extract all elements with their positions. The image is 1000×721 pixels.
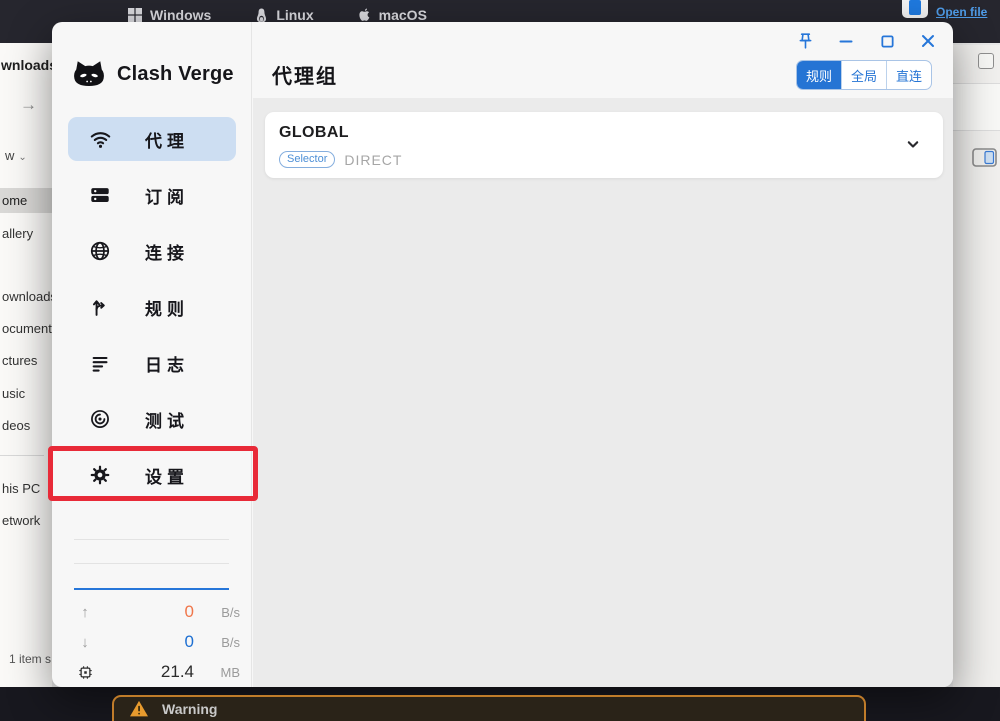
explorer-toolbar-button[interactable]: w⌄: [5, 148, 27, 163]
download-row: ↓ 0 B/s: [68, 627, 240, 657]
explorer-window-title: wnloads: [1, 57, 57, 73]
sidebar-item-home[interactable]: ome: [0, 188, 52, 213]
log-lines-icon: [88, 353, 112, 374]
upload-row: ↑ 0 B/s: [68, 597, 240, 627]
expand-chevron-icon[interactable]: [903, 134, 923, 154]
divider: [953, 130, 1000, 131]
sidebar-item-logs[interactable]: 日志: [68, 341, 236, 385]
linux-penguin-icon: [255, 8, 268, 23]
app-title: Clash Verge: [117, 63, 234, 86]
downloaded-file-icon[interactable]: [902, 0, 928, 18]
sidebar-item-pictures[interactable]: ctures: [2, 353, 37, 368]
explorer-status-text: 1 item s: [9, 652, 51, 666]
proxy-groups-area: GLOBAL Selector DIRECT: [253, 98, 953, 687]
proxy-group-meta: Selector DIRECT: [279, 151, 402, 168]
tab-windows[interactable]: Windows: [128, 7, 211, 23]
traffic-graph-gridline: [74, 539, 229, 540]
tab-linux[interactable]: Linux: [255, 7, 313, 23]
tab-macos[interactable]: macOS: [358, 7, 427, 23]
wifi-icon: [88, 128, 112, 150]
sidebar-item-downloads[interactable]: ownloads: [2, 289, 57, 304]
sidebar-item-label: 测试: [145, 407, 189, 432]
radar-icon: [88, 408, 112, 430]
proxy-group-card[interactable]: GLOBAL Selector DIRECT: [265, 112, 943, 178]
preview-pane-icon: [972, 148, 997, 167]
traffic-graph-gridline: [74, 563, 229, 564]
mode-global-button[interactable]: 全局: [841, 61, 886, 89]
traffic-stats: ↑ 0 B/s ↓ 0 B/s 21.4 MB: [68, 597, 240, 687]
memory-value: 21.4: [96, 662, 198, 682]
tab-windows-label: Windows: [150, 7, 211, 23]
mode-switch: 规则 全局 直连: [796, 60, 932, 90]
sidebar-item-music[interactable]: usic: [2, 386, 25, 401]
tab-macos-label: macOS: [379, 7, 427, 23]
app-sidebar: Clash Verge 代理: [52, 22, 252, 687]
warning-banner: Warning: [112, 695, 866, 721]
page-title: 代理组: [272, 60, 338, 89]
window-controls: [793, 31, 940, 51]
sidebar-item-label: 规则: [145, 295, 189, 320]
sidebar-item-label: 订阅: [145, 183, 189, 208]
upload-unit: B/s: [198, 605, 240, 620]
upload-arrow-icon: ↑: [74, 604, 96, 621]
annotation-red-box: [48, 446, 258, 501]
sidebar-item-this-pc[interactable]: his PC: [2, 481, 40, 496]
close-button[interactable]: [916, 31, 940, 51]
apple-logo-icon: [358, 8, 371, 23]
download-arrow-icon: ↓: [74, 634, 96, 651]
download-value: 0: [96, 632, 198, 652]
sidebar-item-tests[interactable]: 测试: [68, 397, 236, 441]
memory-unit: MB: [198, 665, 240, 680]
memory-row[interactable]: 21.4 MB: [68, 657, 240, 687]
document-icon: [909, 0, 921, 15]
memory-chip-icon: [74, 665, 96, 680]
sidebar-item-label: 代理: [145, 127, 189, 152]
sidebar-item-connections[interactable]: 连接: [68, 229, 236, 273]
divider: [0, 455, 44, 456]
chevron-down-icon: ⌄: [18, 152, 26, 163]
sidebar-item-network[interactable]: etwork: [2, 513, 40, 528]
screen: Windows Linux macOS Open file: [0, 0, 1000, 721]
fork-arrow-icon: [88, 296, 112, 318]
file-explorer-right-edge: [953, 45, 1000, 687]
main-panel: 代理组 规则 全局 直连 GLOBAL Selector DIRECT: [253, 22, 953, 687]
sidebar-item-profiles[interactable]: 订阅: [68, 173, 236, 217]
upload-value: 0: [96, 602, 198, 622]
app-brand: Clash Verge: [71, 58, 234, 90]
tab-linux-label: Linux: [276, 7, 313, 23]
pin-button[interactable]: [793, 31, 817, 51]
proxy-group-name: GLOBAL: [279, 124, 349, 142]
warning-triangle-icon: [129, 700, 149, 718]
divider: [953, 83, 1000, 84]
traffic-graph-baseline: [74, 588, 229, 590]
selector-type-badge: Selector: [279, 151, 335, 168]
cat-logo-icon: [71, 58, 107, 90]
windows-logo-icon: [128, 8, 142, 22]
globe-icon: [88, 240, 112, 262]
sidebar-item-proxies[interactable]: 代理: [68, 117, 236, 161]
mode-rule-button[interactable]: 规则: [797, 61, 841, 89]
subscription-icon: [88, 184, 112, 206]
file-explorer-left-edge: wnloads → w⌄ ome allery ownloads ocument…: [0, 43, 52, 687]
sidebar-item-videos[interactable]: deos: [2, 418, 30, 433]
sidebar-item-label: 日志: [145, 351, 189, 376]
sidebar-item-gallery[interactable]: allery: [2, 226, 33, 241]
sidebar-item-documents[interactable]: ocuments: [2, 321, 58, 336]
minimize-button[interactable]: [834, 31, 858, 51]
sidebar-item-rules[interactable]: 规则: [68, 285, 236, 329]
sidebar-item-label: 连接: [145, 239, 189, 264]
open-file-link[interactable]: Open file: [936, 5, 987, 19]
mode-direct-button[interactable]: 直连: [886, 61, 931, 89]
clash-verge-window: Clash Verge 代理: [52, 22, 953, 687]
maximize-button[interactable]: [875, 31, 899, 51]
selected-proxy-label: DIRECT: [344, 152, 402, 168]
forward-arrow-icon[interactable]: →: [20, 95, 37, 115]
warning-label: Warning: [162, 701, 217, 717]
download-unit: B/s: [198, 635, 240, 650]
select-checkbox[interactable]: [978, 53, 994, 69]
